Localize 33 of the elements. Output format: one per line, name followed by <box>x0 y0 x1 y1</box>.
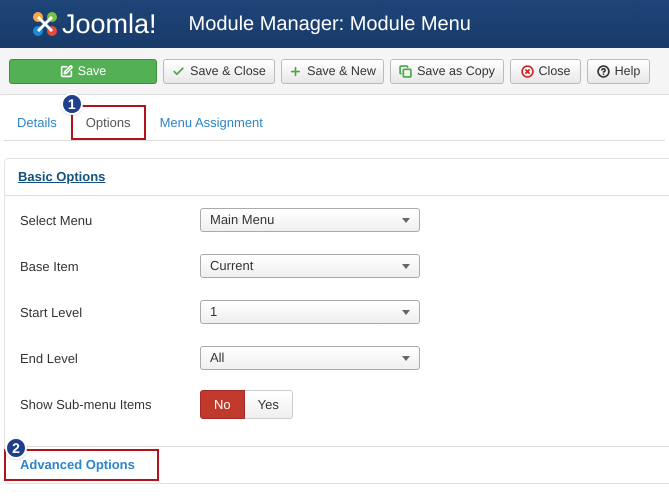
toolbar-button[interactable]: Save as Copy <box>390 58 504 84</box>
check-icon <box>172 64 186 78</box>
toggle-option[interactable]: Yes <box>244 390 293 419</box>
dropdown[interactable]: Main Menu <box>200 208 420 232</box>
field-label: Start Level <box>20 304 84 322</box>
field-label: Show Sub-menu Items <box>20 396 153 414</box>
section-header[interactable]: Basic Options <box>4 161 120 193</box>
step-number-badge: 2 <box>5 437 27 459</box>
caret-icon <box>402 218 410 222</box>
plus-icon <box>289 64 302 78</box>
logo-text: Joomla! <box>62 10 157 38</box>
dropdown[interactable]: Current <box>200 254 420 278</box>
caret-icon <box>402 310 410 314</box>
tab[interactable]: Menu Assignment <box>146 105 276 140</box>
copy-icon <box>399 64 412 78</box>
edit-icon <box>60 64 73 78</box>
toolbar-button[interactable]: Save & New <box>281 58 384 84</box>
field-label: Base Item <box>20 258 80 276</box>
caret-icon <box>402 356 410 360</box>
step-number-badge: 1 <box>60 93 83 115</box>
dropdown[interactable]: All <box>200 346 420 370</box>
close-icon <box>520 64 534 78</box>
toolbar-button[interactable]: Save & Close <box>163 58 275 84</box>
caret-icon <box>402 264 410 268</box>
toolbar-button[interactable]: Help <box>587 58 650 84</box>
help-icon <box>596 64 610 78</box>
toggle-option[interactable]: No <box>200 390 245 419</box>
field-label: Select Menu <box>20 212 94 230</box>
page-title: Module Manager: Module Menu <box>188 12 471 37</box>
logo-icon <box>30 9 60 39</box>
toolbar-button[interactable]: Close <box>510 58 581 84</box>
field-label: End Level <box>20 350 79 368</box>
dropdown[interactable]: 1 <box>200 300 420 324</box>
